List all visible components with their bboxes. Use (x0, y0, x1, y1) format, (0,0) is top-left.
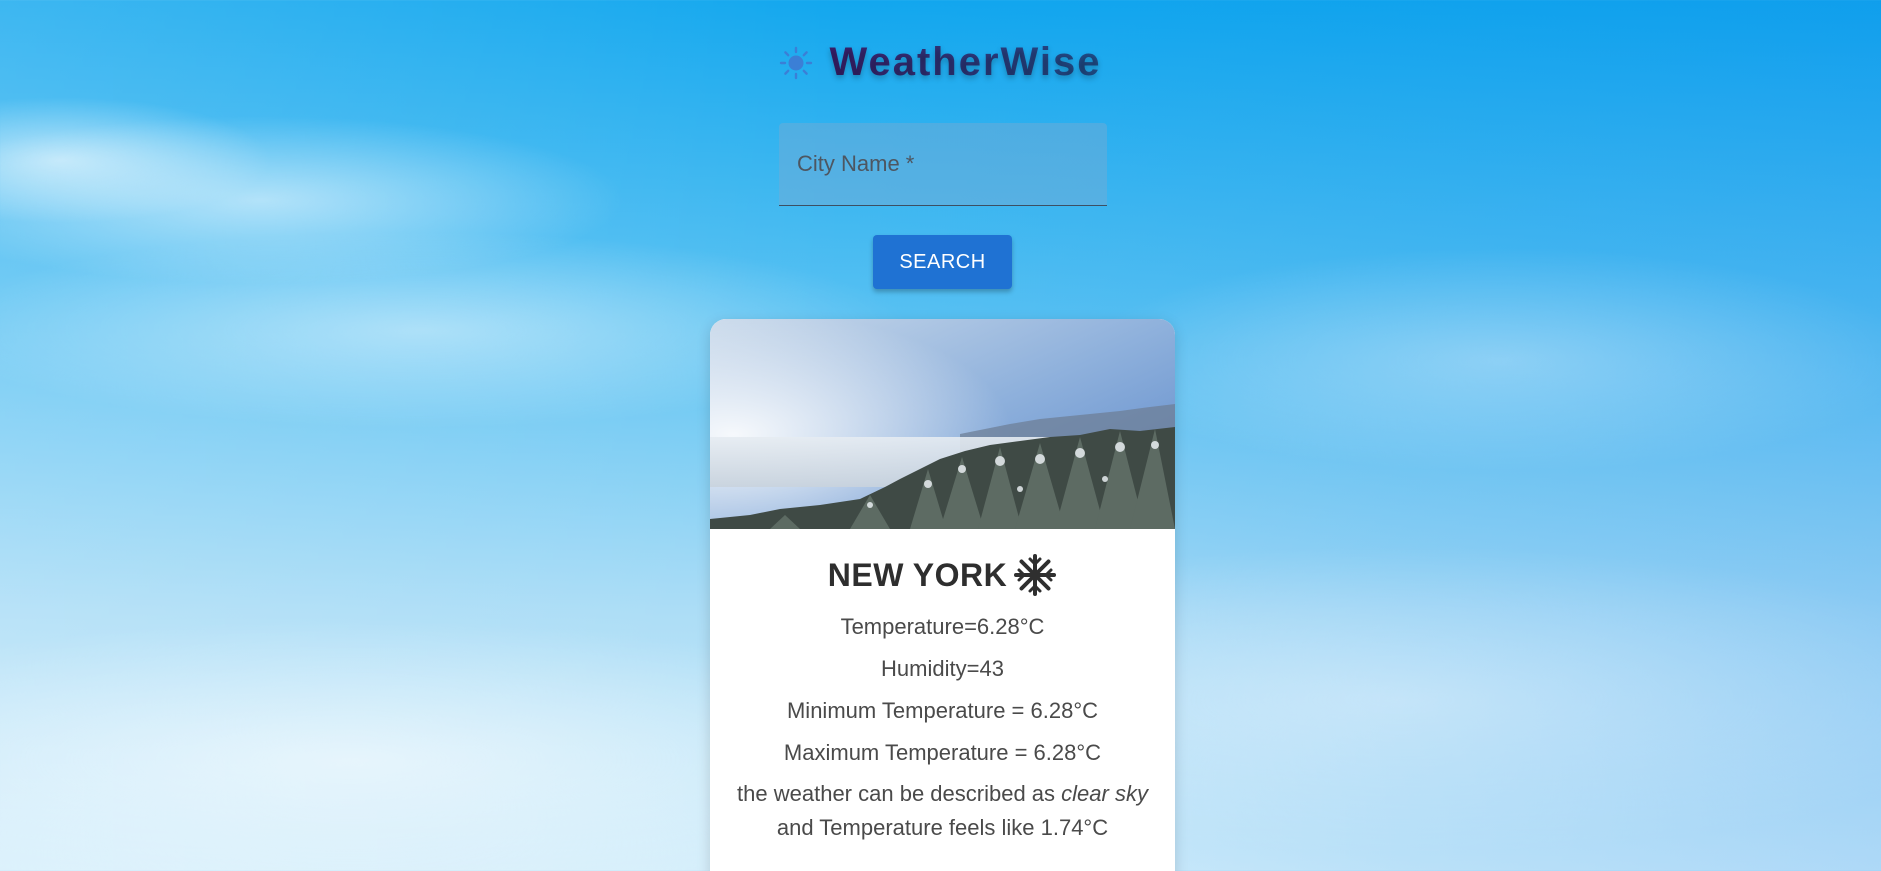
city-name: NEW YORK (827, 556, 1008, 593)
app-header: WeatherWise (0, 40, 1881, 85)
temperature-text: Temperature=6.28°C (840, 614, 1045, 639)
search-button[interactable]: SEARCH (873, 235, 1012, 289)
weather-card-image (710, 319, 1175, 529)
city-name-field[interactable] (779, 123, 1107, 206)
weather-card: NEW YORK Temperature=6.28°C Humidity=43 … (710, 319, 1175, 871)
humidity-text: Humidity=43 (881, 656, 1004, 681)
sun-icon (779, 46, 813, 80)
description-suffix: and Temperature feels like 1.74°C (776, 815, 1109, 840)
weather-card-body: NEW YORK Temperature=6.28°C Humidity=43 … (710, 529, 1175, 845)
city-row: NEW YORK (710, 553, 1175, 597)
min-temperature-text: Minimum Temperature = 6.28°C (786, 698, 1099, 723)
weather-description: the weather can be described as clear sk… (730, 777, 1155, 845)
description-condition: clear sky (1061, 781, 1148, 806)
max-temperature-text: Maximum Temperature = 6.28°C (783, 740, 1102, 765)
description-prefix: the weather can be described as (737, 781, 1062, 806)
snowflake-icon (1013, 553, 1057, 597)
app-title: WeatherWise (829, 40, 1102, 84)
city-name-input[interactable] (779, 123, 1107, 205)
